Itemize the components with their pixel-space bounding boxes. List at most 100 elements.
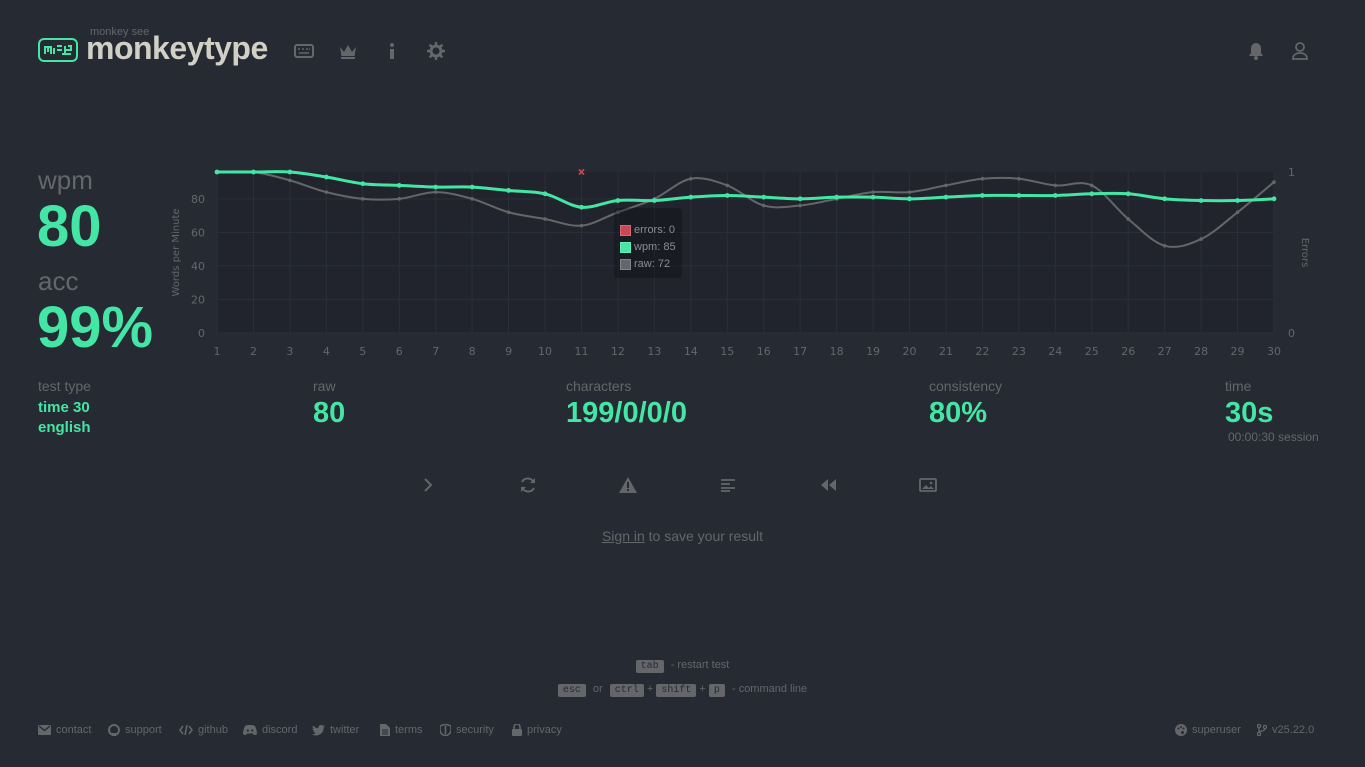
wpm-point	[579, 204, 584, 210]
wpm-point	[615, 198, 621, 203]
shield-icon	[440, 724, 451, 736]
footer-theme[interactable]: superuser	[1175, 724, 1241, 736]
x-tick-label: 13	[647, 345, 661, 358]
x-tick-label: 3	[286, 345, 293, 358]
x-tick-label: 11	[574, 345, 588, 358]
restart-hint: tab - restart test	[0, 659, 1365, 673]
tooltip-raw: raw: 72	[620, 258, 670, 270]
raw-point	[288, 178, 292, 183]
x-tick-label: 22	[975, 345, 989, 358]
y2-tick-label: 1	[1288, 166, 1295, 179]
raw-point	[1089, 183, 1094, 188]
screenshot-button[interactable]	[917, 474, 939, 496]
footer-twitter[interactable]: twitter	[312, 724, 359, 736]
wpm-point	[1198, 198, 1204, 203]
errors-swatch	[620, 224, 631, 236]
characters-label: characters	[566, 378, 632, 394]
tooltip-errors: errors: 0	[620, 224, 675, 236]
gear-icon[interactable]	[425, 40, 447, 62]
logo-text[interactable]: monkeytype	[86, 30, 268, 67]
crown-icon[interactable]	[337, 40, 359, 62]
wpm-point	[1235, 198, 1240, 203]
rewind-icon	[821, 479, 836, 491]
restart-icon	[521, 477, 535, 493]
x-tick-label: 12	[611, 345, 625, 358]
y2-tick-label: 0	[1288, 327, 1295, 340]
raw-point	[1126, 217, 1131, 221]
y-axis-label: Words per Minute	[171, 208, 182, 296]
x-tick-label: 23	[1012, 345, 1026, 358]
footer-security[interactable]: security	[440, 724, 494, 736]
keyboard-icon[interactable]	[293, 40, 315, 62]
restart-test-button[interactable]	[517, 474, 539, 496]
code-icon	[179, 725, 193, 735]
signin-link[interactable]: Sign in	[602, 528, 645, 544]
discord-icon	[243, 725, 257, 735]
x-tick-label: 9	[505, 345, 512, 358]
report-button[interactable]	[617, 474, 639, 496]
x-tick-label: 29	[1231, 345, 1245, 358]
footer-discord[interactable]: discord	[243, 724, 297, 736]
x-tick-label: 6	[396, 345, 403, 358]
x-tick-label: 21	[939, 345, 953, 358]
x-tick-label: 16	[757, 345, 771, 358]
wpm-point	[688, 194, 694, 200]
raw-point	[1053, 183, 1058, 188]
raw-point	[543, 217, 547, 221]
wpm-point	[651, 198, 657, 203]
test-type-label: test type	[38, 378, 91, 394]
wpm-point	[907, 196, 912, 202]
wpm-point	[797, 196, 803, 202]
footer-terms[interactable]: terms	[380, 724, 423, 736]
raw-label: raw	[313, 378, 336, 394]
x-tick-label: 28	[1194, 345, 1208, 358]
footer-privacy[interactable]: privacy	[512, 724, 562, 736]
raw-point	[1162, 243, 1167, 248]
footer-version[interactable]: v25.22.0	[1257, 724, 1314, 736]
wpm-point	[542, 191, 548, 197]
wpm-point	[1271, 196, 1277, 202]
replay-button[interactable]	[817, 474, 839, 496]
logo-icon[interactable]	[38, 38, 78, 62]
bell-icon[interactable]	[1245, 40, 1267, 62]
signin-prompt: Sign in to save your result	[0, 528, 1365, 544]
twitter-icon	[312, 724, 325, 735]
raw-point	[433, 190, 438, 194]
x-tick-label: 10	[538, 345, 552, 358]
raw-point	[324, 190, 329, 194]
footer-support[interactable]: support	[108, 724, 162, 736]
y-tick-label: 20	[191, 293, 205, 306]
footer-github[interactable]: github	[179, 724, 228, 736]
user-icon[interactable]	[1289, 40, 1311, 62]
x-tick-label: 2	[250, 345, 257, 358]
y-tick-label: 0	[198, 327, 205, 340]
raw-point	[360, 197, 365, 201]
x-tick-label: 15	[720, 345, 734, 358]
x-tick-label: 20	[903, 345, 917, 358]
logo-keyboard-icon	[44, 45, 72, 55]
consistency-label: consistency	[929, 378, 1003, 394]
time-label: time	[1225, 378, 1252, 394]
raw-point	[397, 197, 402, 201]
code-branch-icon	[1257, 724, 1267, 736]
raw-point	[1235, 210, 1240, 215]
test-type-language: english	[38, 419, 91, 436]
x-tick-label: 30	[1267, 345, 1281, 358]
tooltip-wpm: wpm: 85	[620, 241, 676, 253]
x-tick-label: 7	[432, 345, 439, 358]
esc-key: esc	[557, 684, 586, 697]
raw-point	[944, 183, 948, 188]
wpm-point	[1162, 196, 1168, 202]
raw-value: 80	[313, 397, 346, 429]
next-test-button[interactable]	[417, 474, 439, 496]
raw-point	[725, 183, 730, 188]
wpm-point	[323, 174, 329, 180]
info-icon[interactable]	[381, 40, 403, 62]
signin-text: to save your result	[644, 528, 764, 544]
x-tick-label: 18	[830, 345, 844, 358]
footer-contact[interactable]: contact	[38, 724, 91, 736]
donate-icon	[108, 724, 120, 736]
wpm-point	[870, 194, 876, 200]
wpm-point	[433, 184, 439, 190]
words-history-button[interactable]	[717, 474, 739, 496]
